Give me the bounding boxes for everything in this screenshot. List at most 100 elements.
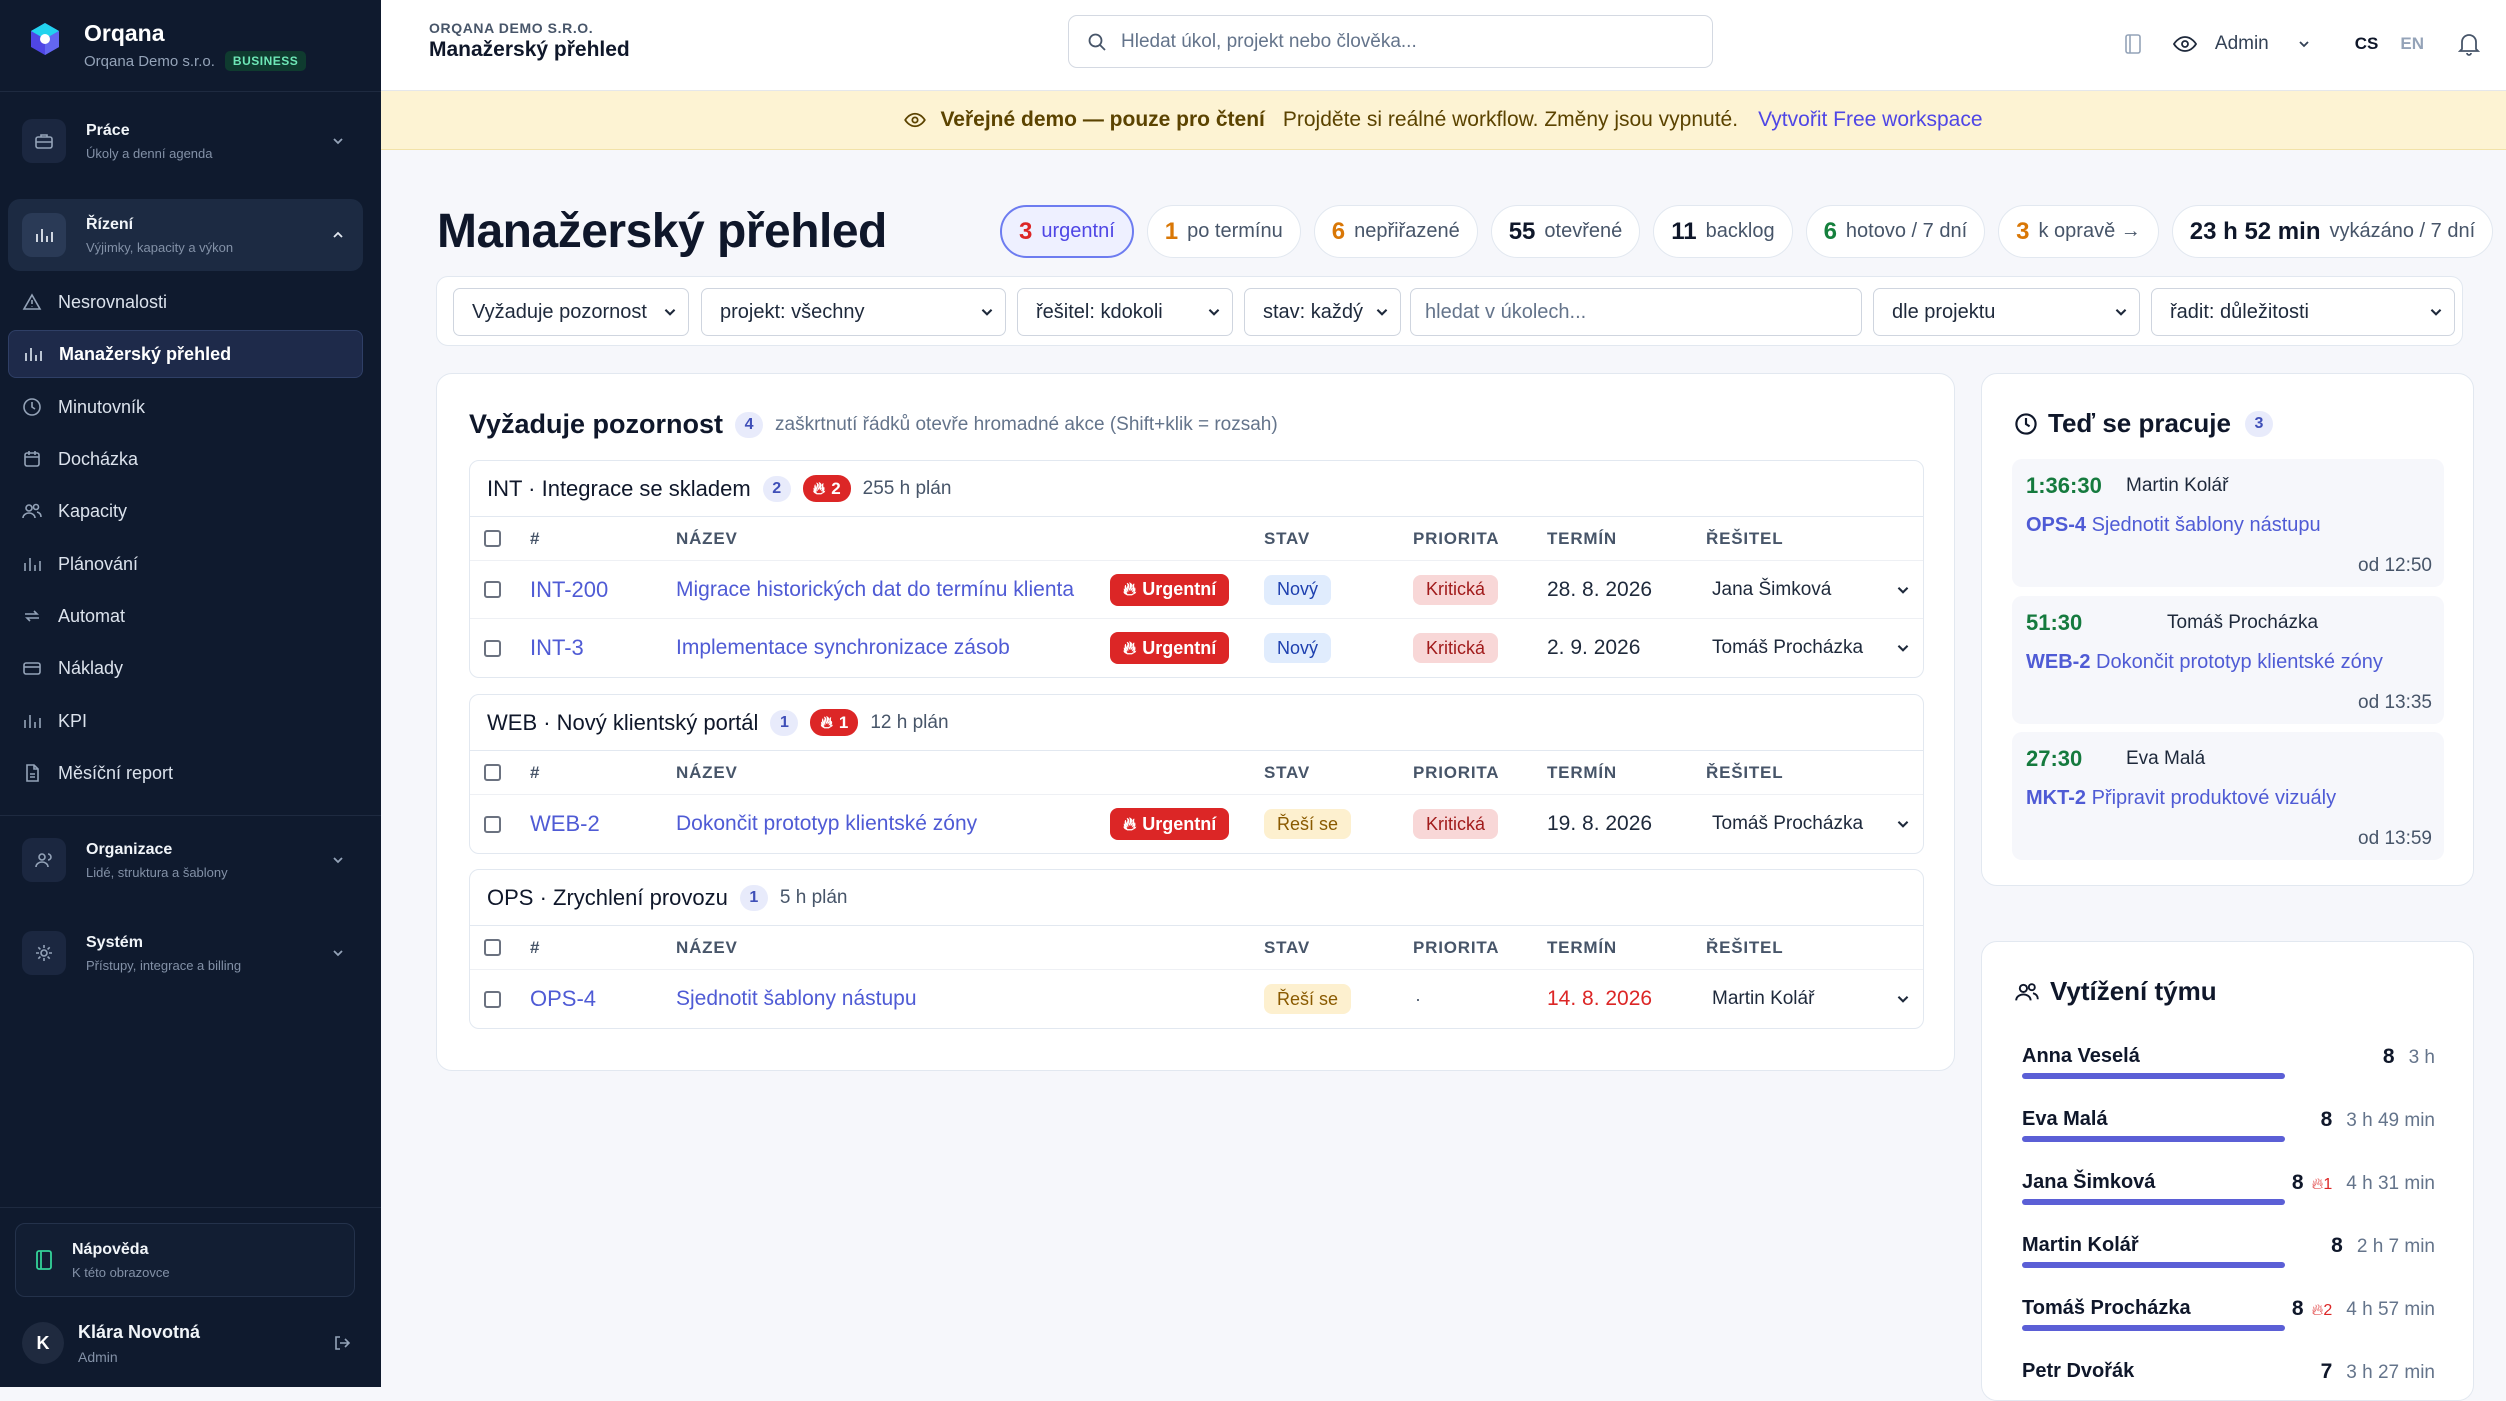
working-item[interactable]: 51:30 Tomáš Procházka WEB-2 Dokončit pro… [2012,596,2444,724]
task-search-input[interactable] [1425,300,1861,324]
chevron-down-icon [2299,41,2309,48]
state-badge: Řeší se [1264,809,1352,839]
section-rizeni[interactable]: Řízení Výjimky, kapacity a výkon [8,199,363,271]
search-input[interactable] [1121,30,1712,53]
urgent-label: Urgentní [1142,813,1217,834]
stat-backlog[interactable]: 11 backlog [1653,205,1793,258]
sidebar-item-label: KPI [58,710,88,731]
sidebar-item-nesrovnalosti[interactable]: Nesrovnalosti [8,278,363,326]
task-search[interactable] [1410,288,1862,336]
team-member-row[interactable]: Tomáš Procházka 8 🔥︎2 4 h 57 min [2022,1297,2435,1337]
group-int: INT · Integrace se skladem 2 🔥︎ 2 255 h p… [469,460,1924,678]
working-item[interactable]: 1:36:30 Martin Kolář OPS-4 Sjednotit šab… [2012,459,2444,587]
team-member-row[interactable]: Eva Malá 8 3 h 49 min [2022,1108,2435,1148]
table-header: # NÁZEV STAV PRIORITA TERMÍN ŘEŠITEL [470,517,1923,561]
task-link[interactable]: OPS-4 Sjednotit šablony nástupu [2026,514,2321,537]
sidebar-item-minutovnik[interactable]: Minutovník [8,383,363,431]
task-link[interactable]: MKT-2 Připravit produktové vizuály [2026,787,2336,810]
task-id-link[interactable]: INT-200 [530,561,608,618]
bell-icon[interactable] [2458,32,2480,56]
task-id-link[interactable]: WEB-2 [530,795,600,853]
team-member-row[interactable]: Petr Dvořák 7 3 h 27 min [2022,1360,2435,1400]
working-item[interactable]: 27:30 Eva Malá MKT-2 Připravit produktov… [2012,732,2444,860]
sidebar-item-kpi[interactable]: KPI [8,697,363,745]
logout-icon[interactable] [332,1333,352,1353]
state-select[interactable]: stav: každý [1244,288,1401,336]
lang-cs[interactable]: CS [2355,34,2379,54]
urgent-fire-count: 🔥︎1 [2312,1176,2333,1194]
assignee-select[interactable]: Martin Kolář [1706,970,1911,1028]
group-select[interactable]: dle projektu [1873,288,2140,336]
stat-label: po termínu [1187,220,1283,242]
sidebar-item-label: Plánování [58,553,139,574]
sidebar-item-manazersky-prehled[interactable]: Manažerský přehled [8,330,363,378]
since-time: od 13:35 [2358,692,2432,713]
sidebar-item-kapacity[interactable]: Kapacity [8,487,363,535]
divider [0,815,381,816]
eye-icon [904,112,927,128]
select-all-checkbox[interactable] [484,764,501,781]
assignee-select[interactable]: Tomáš Procházka [1706,619,1911,677]
lang-en[interactable]: EN [2400,34,2424,54]
team-member-row[interactable]: Anna Veselá 8 3 h [2022,1045,2435,1085]
sidebar-item-label: Kapacity [58,500,128,521]
sort-select[interactable]: řadit: důležitosti [2151,288,2455,336]
task-name-link[interactable]: Migrace historických dat do termínu klie… [676,561,1074,618]
col-assignee: ŘEŠITEL [1706,528,1784,548]
row-checkbox[interactable] [484,581,501,598]
project-select[interactable]: projekt: všechny [701,288,1006,336]
sidebar-item-label: Měsíční report [58,762,174,783]
section-prace[interactable]: Práce Úkoly a denní agenda [8,105,363,177]
view-select[interactable]: Vyžaduje pozornost [453,288,689,336]
stat-done[interactable]: 6 hotovo / 7 dní [1805,205,1986,258]
assignee-select[interactable]: Jana Šimková [1706,561,1911,618]
table-row[interactable]: INT-200 Migrace historických dat do term… [470,561,1923,619]
section-organizace[interactable]: Organizace Lidé, struktura a šablony [8,824,363,896]
team-member-row[interactable]: Jana Šimková 8 🔥︎1 4 h 31 min [2022,1171,2435,1211]
stat-overdue[interactable]: 1 po termínu [1146,205,1301,258]
create-workspace-link[interactable]: Vytvořit Free workspace [1758,108,1982,132]
task-id-link[interactable]: INT-3 [530,619,584,677]
task-link[interactable]: WEB-2 Dokončit prototyp klientské zóny [2026,651,2383,674]
task-name-link[interactable]: Implementace synchronizace zásob [676,619,1010,677]
row-checkbox[interactable] [484,639,501,657]
stat-label: vykázáno / 7 dní [2329,220,2476,242]
help-card[interactable]: Nápověda K této obrazovce [15,1223,355,1297]
table-row[interactable]: OPS-4 Sjednotit šablony nástupu Řeší se … [470,970,1923,1028]
assignee-select[interactable]: řešitel: kdokoli [1017,288,1233,336]
table-row[interactable]: INT-3 Implementace synchronizace zásob 🔥… [470,619,1923,677]
chevron-down-icon [981,308,993,316]
member-name: Eva Malá [2022,1108,2108,1130]
row-checkbox[interactable] [484,815,501,833]
global-search[interactable] [1068,15,1713,68]
user-profile[interactable]: K Klára Novotná Admin [22,1318,352,1368]
task-id-link[interactable]: OPS-4 [530,970,596,1028]
role-select[interactable]: Admin [2215,33,2311,55]
task-name-link[interactable]: Sjednotit šablony nástupu [676,970,917,1028]
select-all-checkbox[interactable] [484,530,501,547]
sidebar-item-naklady[interactable]: Náklady [8,644,363,692]
sidebar-item-mesicni-report[interactable]: Měsíční report [8,749,363,797]
table-row[interactable]: WEB-2 Dokončit prototyp klientské zóny 🔥… [470,795,1923,853]
stat-unassigned[interactable]: 6 nepřiřazené [1313,205,1478,258]
chevron-down-icon [333,857,343,864]
row-checkbox[interactable] [484,990,501,1008]
task-name-link[interactable]: Dokončit prototyp klientské zóny [676,795,977,853]
stat-to-fix[interactable]: 3 k opravě → [1998,205,2159,258]
sidebar: Orqana Orqana Demo s.r.o. BUSINESS Práce Ú… [0,0,381,1387]
select-all-checkbox[interactable] [484,939,501,956]
sidebar-item-dochazka[interactable]: Docházka [8,435,363,483]
stat-open[interactable]: 55 otevřené [1490,205,1641,258]
section-system[interactable]: Systém Přístupy, integrace a billing [8,917,363,989]
sidebar-item-planovani[interactable]: Plánování [8,540,363,588]
table-header: # NÁZEV STAV PRIORITA TERMÍN ŘEŠITEL [470,751,1923,795]
assignee-select[interactable]: Tomáš Procházka [1706,795,1911,853]
stat-logged[interactable]: 23 h 52 min vykázáno / 7 dní [2171,205,2494,258]
task-name: Připravit produktové vizuály [2091,787,2337,809]
brand[interactable]: Orqana Orqana Demo s.r.o. BUSINESS [28,18,307,71]
eye-icon[interactable] [2172,35,2197,53]
book-icon[interactable] [2123,33,2143,55]
team-member-row[interactable]: Martin Kolář 8 2 h 7 min [2022,1234,2435,1274]
sidebar-item-automat[interactable]: Automat [8,592,363,640]
stat-urgent[interactable]: 3 urgentní [1000,205,1134,258]
